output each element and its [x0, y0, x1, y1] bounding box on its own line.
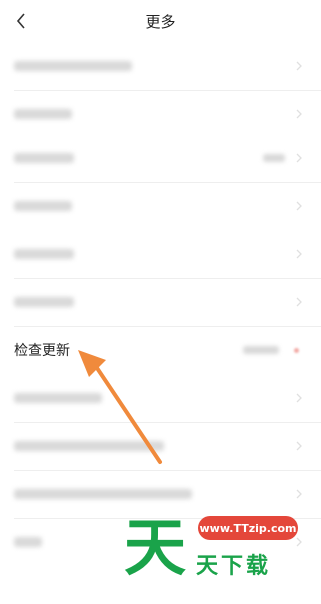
blurred-label	[14, 109, 72, 119]
settings-row[interactable]	[0, 134, 321, 182]
chevron-right-icon	[296, 489, 302, 499]
settings-row[interactable]	[0, 182, 321, 230]
chevron-right-icon	[296, 441, 302, 451]
settings-row[interactable]	[0, 42, 321, 90]
settings-row[interactable]	[0, 230, 321, 278]
watermark-text: 天下载	[196, 554, 272, 579]
chevron-right-icon	[296, 393, 302, 403]
settings-group-1	[0, 42, 321, 138]
update-dot-icon	[294, 348, 299, 353]
settings-row[interactable]	[0, 90, 321, 138]
check-update-label: 检查更新	[14, 343, 70, 359]
blurred-label	[14, 61, 132, 71]
settings-row[interactable]	[0, 422, 321, 470]
blurred-label	[14, 441, 164, 451]
chevron-right-icon	[296, 297, 302, 307]
chevron-right-icon	[296, 249, 302, 259]
blurred-label	[14, 393, 102, 403]
blurred-label	[14, 249, 74, 259]
chevron-left-icon	[16, 13, 25, 29]
blurred-version	[243, 346, 279, 354]
settings-group-2	[0, 134, 321, 230]
blurred-label	[14, 201, 72, 211]
blurred-label	[14, 153, 74, 163]
chevron-right-icon	[296, 153, 302, 163]
page-title: 更多	[145, 12, 176, 31]
back-button[interactable]	[12, 10, 30, 32]
settings-row[interactable]	[0, 374, 321, 422]
check-update-row[interactable]: 检查更新	[0, 326, 321, 374]
settings-group-3: 检查更新	[0, 230, 321, 374]
blurred-label	[14, 489, 192, 499]
top-bar: 更多	[0, 0, 321, 42]
settings-row[interactable]	[0, 278, 321, 326]
svg-text:天: 天	[124, 511, 186, 584]
blurred-label	[14, 297, 74, 307]
watermark-url: www.TTzip.com	[198, 516, 298, 540]
chevron-right-icon	[296, 201, 302, 211]
chevron-right-icon	[296, 61, 302, 71]
chevron-right-icon	[296, 109, 302, 119]
blurred-value	[263, 154, 285, 162]
